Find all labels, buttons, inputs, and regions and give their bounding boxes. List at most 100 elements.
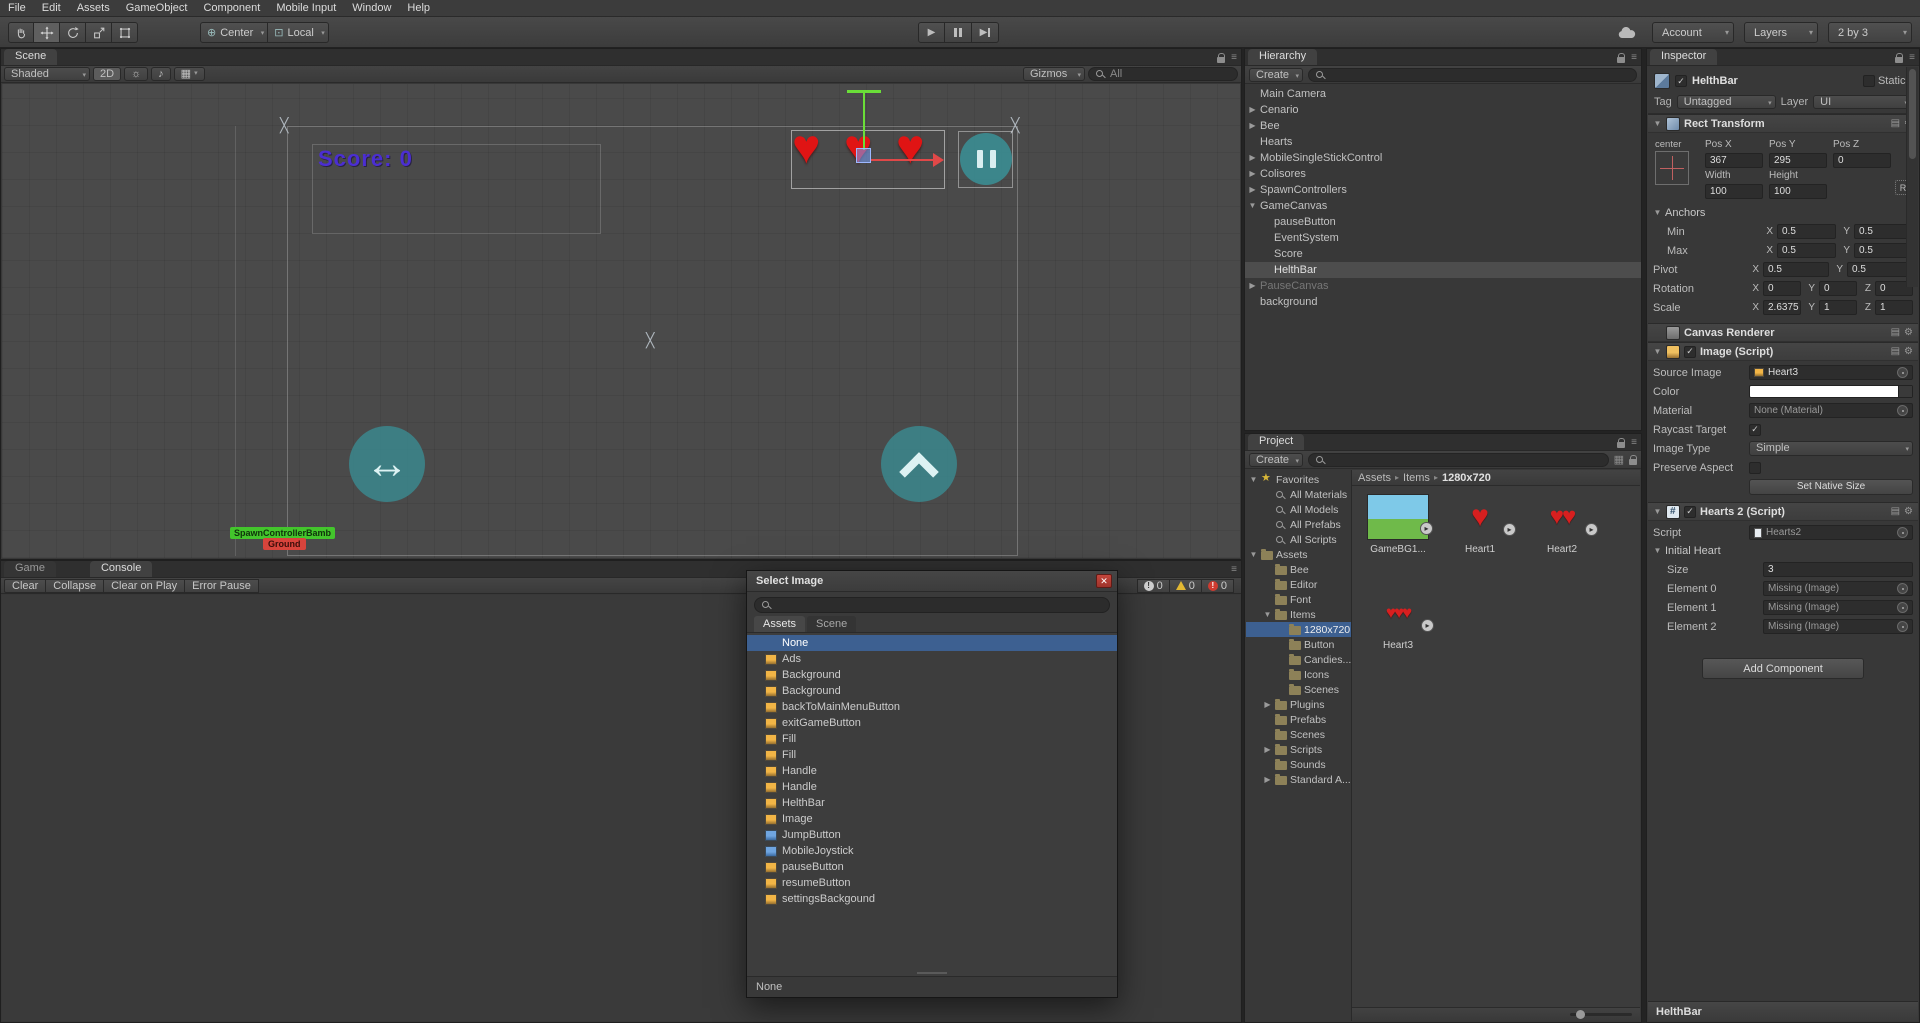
active-checkbox[interactable]	[1675, 75, 1687, 87]
expand-arrow-icon[interactable]	[1263, 607, 1272, 623]
tab-console[interactable]: Console	[89, 561, 153, 577]
scene-effects-button[interactable]: ▦ ▾	[173, 67, 205, 81]
hierarchy-item[interactable]: SpawnControllers	[1245, 182, 1641, 198]
menu-item[interactable]: Assets	[69, 0, 118, 16]
project-tree-item[interactable]: Prefabs	[1246, 712, 1351, 727]
pause-button-object[interactable]	[960, 133, 1012, 185]
menu-item[interactable]: Window	[344, 0, 399, 16]
lock-icon[interactable]	[1629, 454, 1637, 465]
expand-arrow-icon[interactable]	[1248, 166, 1257, 182]
scale-x-field[interactable]: 2.6375	[1763, 300, 1801, 315]
expand-arrow-icon[interactable]	[1263, 742, 1272, 758]
dialog-list-item[interactable]: Fill	[747, 731, 1117, 747]
min-y-field[interactable]: 0.5	[1854, 224, 1913, 239]
project-create-dropdown[interactable]: Create	[1249, 452, 1304, 468]
project-tree-item[interactable]: Assets	[1246, 547, 1351, 562]
project-tree-item[interactable]: Icons	[1246, 667, 1351, 682]
project-search-input[interactable]	[1330, 453, 1601, 466]
max-y-field[interactable]: 0.5	[1854, 243, 1913, 258]
sprite-expand-icon[interactable]	[1503, 523, 1516, 536]
panel-menu-icon[interactable]: ≡	[1909, 52, 1915, 63]
sprite-expand-icon[interactable]	[1585, 523, 1598, 536]
dialog-list-item[interactable]: resumeButton	[747, 875, 1117, 891]
preview-bar[interactable]: HelthBar	[1648, 1001, 1918, 1021]
scene-audio-button[interactable]: ♪	[151, 67, 171, 81]
add-component-button[interactable]: Add Component	[1702, 658, 1864, 679]
asset-preview[interactable]	[1449, 494, 1516, 540]
expand-arrow-icon[interactable]	[1248, 102, 1257, 118]
hierarchy-item[interactable]: MobileSingleStickControl	[1245, 150, 1641, 166]
layers-dropdown[interactable]: Layers	[1744, 22, 1818, 43]
width-field[interactable]: 100	[1705, 184, 1763, 199]
play-button[interactable]: ▶	[918, 22, 945, 43]
static-checkbox[interactable]	[1862, 75, 1875, 87]
hierarchy-item[interactable]: GameCanvas	[1245, 198, 1641, 214]
source-image-field[interactable]: Heart3	[1749, 365, 1913, 380]
gizmo-x-axis[interactable]	[870, 159, 934, 161]
rect-transform-header[interactable]: Rect Transform ▤ ⚙	[1648, 114, 1918, 133]
dialog-search-input[interactable]	[776, 599, 1102, 611]
element-field[interactable]: Missing (Image)	[1763, 600, 1913, 615]
pivot-x-field[interactable]: 0.5	[1763, 262, 1829, 277]
asset-preview[interactable]	[1367, 494, 1433, 540]
hierarchy-item[interactable]: Colisores	[1245, 166, 1641, 182]
project-tree-item[interactable]: Items	[1246, 607, 1351, 622]
dialog-list-item[interactable]: Handle	[747, 779, 1117, 795]
dialog-list-item[interactable]: pauseButton	[747, 859, 1117, 875]
project-tree-item[interactable]: All Materials	[1246, 487, 1351, 502]
menu-item[interactable]: File	[0, 0, 34, 16]
scale-tool-button[interactable]	[86, 22, 112, 43]
object-picker-icon[interactable]	[1897, 621, 1908, 632]
asset-thumbnail[interactable]: Heart1	[1440, 494, 1520, 588]
rotation-x-field[interactable]: 0	[1763, 281, 1801, 296]
sprite-expand-icon[interactable]	[1421, 619, 1434, 632]
hierarchy-search[interactable]	[1308, 67, 1637, 82]
jump-control-object[interactable]	[881, 426, 957, 502]
panel-menu-icon[interactable]: ≡	[1231, 52, 1237, 63]
help-icon[interactable]: ▤	[1891, 346, 1900, 357]
expand-arrow-icon[interactable]	[1248, 182, 1257, 198]
pos-z-field[interactable]: 0	[1833, 153, 1891, 168]
pivot-y-field[interactable]: 0.5	[1847, 262, 1913, 277]
gear-icon[interactable]: ⚙	[1904, 506, 1913, 517]
anchors-foldout[interactable]: Anchors	[1653, 205, 1913, 221]
rect-tool-button[interactable]	[112, 22, 138, 43]
min-x-field[interactable]: 0.5	[1777, 224, 1836, 239]
rect-handle-icon[interactable]: ╳	[1011, 118, 1019, 132]
gameobject-name[interactable]: HelthBar	[1692, 75, 1858, 87]
hearts2-enabled-checkbox[interactable]	[1684, 505, 1696, 518]
gizmos-dropdown[interactable]: Gizmos	[1023, 67, 1085, 82]
anchor-preset-widget[interactable]: center	[1655, 139, 1697, 199]
project-tree-item[interactable]: All Models	[1246, 502, 1351, 517]
size-field[interactable]: 3	[1763, 562, 1913, 577]
layout-dropdown[interactable]: 2 by 3	[1828, 22, 1912, 43]
object-picker-icon[interactable]	[1897, 602, 1908, 613]
rect-center-handle-icon[interactable]: ╳	[646, 333, 654, 347]
account-dropdown[interactable]: Account	[1652, 22, 1734, 43]
hierarchy-item[interactable]: Hearts	[1245, 134, 1641, 150]
hearts2-component-header[interactable]: Hearts 2 (Script) ▤ ⚙	[1648, 502, 1918, 521]
thumbnail-zoom-slider[interactable]	[1570, 1010, 1632, 1019]
material-field[interactable]: None (Material)	[1749, 403, 1913, 418]
preserve-aspect-checkbox[interactable]	[1749, 461, 1761, 474]
gizmo-y-axis[interactable]	[863, 92, 865, 150]
hierarchy-item[interactable]: Cenario	[1245, 102, 1641, 118]
gear-icon[interactable]: ⚙	[1904, 327, 1913, 338]
asset-thumbnail[interactable]: Heart2	[1522, 494, 1602, 588]
expand-arrow-icon[interactable]	[1249, 547, 1258, 563]
shading-mode-dropdown[interactable]: Shaded	[4, 67, 90, 82]
expand-arrow-icon[interactable]	[1248, 198, 1257, 214]
heart-sprite[interactable]: ♥	[792, 124, 821, 172]
ground-label[interactable]: Ground	[263, 538, 306, 550]
dialog-titlebar[interactable]: Select Image ✕	[747, 571, 1117, 592]
dialog-list-item[interactable]: Ads	[747, 651, 1117, 667]
dialog-list-item[interactable]: Background	[747, 667, 1117, 683]
hierarchy-item[interactable]: EventSystem	[1245, 230, 1641, 246]
asset-thumbnail[interactable]: GameBG1...	[1358, 494, 1438, 588]
rotate-tool-button[interactable]	[60, 22, 86, 43]
console-toolbar-button[interactable]: Clear on Play	[104, 578, 186, 593]
tab-hierarchy[interactable]: Hierarchy	[1248, 49, 1318, 65]
rect-handle-icon[interactable]: ╳	[280, 118, 288, 132]
project-tree-item[interactable]: Button	[1246, 637, 1351, 652]
menu-item[interactable]: Mobile Input	[268, 0, 344, 16]
